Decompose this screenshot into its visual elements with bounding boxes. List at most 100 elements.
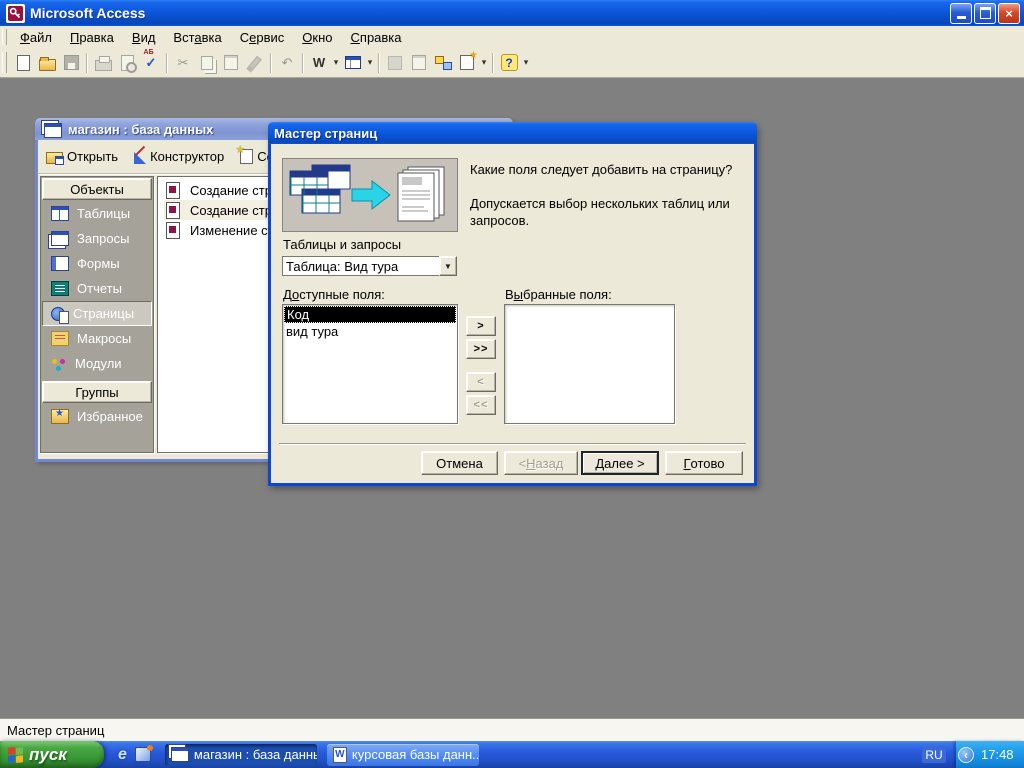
menubar-grip[interactable]	[2, 29, 7, 45]
new-button[interactable]	[11, 51, 35, 75]
hide-icons-chevron[interactable]: ‹	[958, 746, 974, 763]
new-object-button[interactable]	[455, 50, 479, 75]
remove-field-button[interactable]: <	[466, 372, 496, 392]
status-text: Мастер страниц	[7, 722, 105, 738]
language-indicator[interactable]: RU	[922, 746, 946, 763]
help-button[interactable]: ?	[497, 51, 521, 75]
toolbar-grip[interactable]	[2, 52, 7, 73]
page-shortcut-icon	[166, 181, 180, 199]
tables-icon	[51, 206, 69, 221]
paste-icon	[224, 55, 238, 70]
start-button[interactable]: пуск	[0, 741, 104, 768]
print-button[interactable]	[91, 51, 115, 75]
new-object-dropdown[interactable]: ▾	[479, 57, 489, 68]
quick-launch: e	[118, 745, 153, 764]
page-shortcut-icon	[166, 201, 180, 219]
wizard-question: Какие поля следует добавить на страницу?	[470, 162, 733, 177]
page-wizard-dialog: Мастер страниц Какие поля следует добави…	[268, 122, 757, 486]
new-icon	[16, 54, 30, 71]
sidebar-header-groups[interactable]: Группы	[42, 381, 152, 403]
clock[interactable]: 17:48	[981, 747, 1014, 762]
outlook-express-icon[interactable]	[134, 745, 153, 762]
analyze-dropdown[interactable]: ▾	[365, 57, 375, 68]
menu-tools[interactable]: Сервис	[231, 28, 294, 47]
access-app-icon	[6, 3, 25, 23]
menu-insert[interactable]: Вставка	[164, 28, 230, 47]
format-painter-button[interactable]	[243, 51, 267, 75]
db-design-icon	[134, 151, 147, 164]
sidebar-item-reports[interactable]: Отчеты	[42, 276, 152, 301]
database-window-icon	[44, 122, 62, 138]
back-button[interactable]: < Назад	[504, 451, 578, 475]
menu-file[interactable]: Файл	[11, 28, 61, 47]
dialog-title: Мастер страниц	[274, 125, 378, 141]
internet-explorer-icon[interactable]: e	[118, 746, 127, 764]
field-option-selected[interactable]: Код	[284, 306, 456, 323]
db-new-icon	[235, 143, 254, 164]
sidebar-item-tables[interactable]: Таблицы	[42, 201, 152, 226]
spelling-button[interactable]: ✓	[139, 49, 163, 75]
tables-queries-combobox[interactable]: Таблица: Вид тура ▼	[282, 256, 457, 276]
properties-button[interactable]	[407, 51, 431, 75]
finish-button[interactable]: Готово	[665, 451, 743, 475]
dialog-body: Какие поля следует добавить на страницу?…	[268, 144, 757, 486]
available-fields-listbox[interactable]: Код вид тура	[282, 304, 458, 424]
sidebar-item-favorites[interactable]: Избранное	[42, 404, 152, 429]
next-button[interactable]: Далее >	[581, 451, 659, 475]
code-icon	[388, 55, 402, 70]
selected-fields-listbox[interactable]	[504, 304, 675, 424]
remove-all-fields-button[interactable]: <<	[466, 395, 496, 415]
open-button[interactable]	[35, 51, 59, 75]
sidebar-item-forms[interactable]: Формы	[42, 251, 152, 276]
sidebar-item-pages[interactable]: Страницы	[42, 301, 152, 326]
cancel-button[interactable]: Отмена	[421, 451, 498, 475]
combobox-value: Таблица: Вид тура	[282, 256, 439, 276]
minimize-button[interactable]	[950, 2, 972, 24]
task-button-database[interactable]: магазин : база данных	[164, 743, 317, 766]
copy-button[interactable]	[195, 51, 219, 75]
combobox-dropdown-button[interactable]: ▼	[439, 256, 457, 276]
favorites-icon	[51, 408, 69, 424]
pages-icon	[51, 306, 69, 324]
print-preview-button[interactable]	[115, 51, 139, 75]
save-button[interactable]	[59, 51, 83, 75]
code-button[interactable]	[383, 51, 407, 75]
office-links-icon: W	[312, 55, 326, 70]
wizard-graphic	[282, 158, 458, 232]
office-links-dropdown[interactable]: ▾	[331, 57, 341, 68]
sidebar-header-objects[interactable]: Объекты	[42, 178, 152, 200]
new-object-icon	[460, 50, 478, 70]
menu-window[interactable]: Окно	[293, 28, 341, 47]
paste-button[interactable]	[219, 51, 243, 75]
add-all-fields-button[interactable]: >>	[466, 339, 496, 359]
menu-help[interactable]: Справка	[342, 28, 411, 47]
db-open-icon	[46, 152, 64, 165]
undo-icon: ↶	[281, 55, 293, 70]
db-open-button[interactable]: Открыть	[46, 149, 118, 165]
queries-icon	[51, 231, 69, 246]
analyze-icon	[345, 56, 361, 69]
titlebar[interactable]: Microsoft Access ×	[0, 0, 1024, 26]
add-field-button[interactable]: >	[466, 316, 496, 336]
sidebar-item-modules[interactable]: Модули	[42, 351, 152, 376]
sidebar-item-macros[interactable]: Макросы	[42, 326, 152, 351]
sidebar-item-queries[interactable]: Запросы	[42, 226, 152, 251]
close-button[interactable]: ×	[998, 2, 1020, 24]
relationships-button[interactable]	[431, 51, 455, 75]
open-icon	[38, 56, 56, 71]
analyze-button[interactable]	[341, 51, 365, 75]
office-links-button[interactable]: W	[307, 51, 331, 75]
cut-icon: ✂	[177, 55, 189, 70]
db-design-button[interactable]: Конструктор	[134, 149, 224, 164]
spelling-icon: ✓	[144, 49, 157, 69]
cut-button[interactable]: ✂	[171, 51, 195, 75]
toolbar-options-button[interactable]: ▾	[521, 57, 531, 68]
restore-button[interactable]	[974, 2, 996, 24]
dialog-titlebar[interactable]: Мастер страниц	[268, 122, 757, 144]
format-painter-icon	[248, 55, 262, 70]
menu-view[interactable]: Вид	[123, 28, 165, 47]
undo-button[interactable]: ↶	[275, 51, 299, 75]
menu-edit[interactable]: Правка	[61, 28, 123, 47]
field-option[interactable]: вид тура	[284, 323, 456, 340]
task-button-word-document[interactable]: W курсовая базы данн...	[326, 743, 479, 766]
